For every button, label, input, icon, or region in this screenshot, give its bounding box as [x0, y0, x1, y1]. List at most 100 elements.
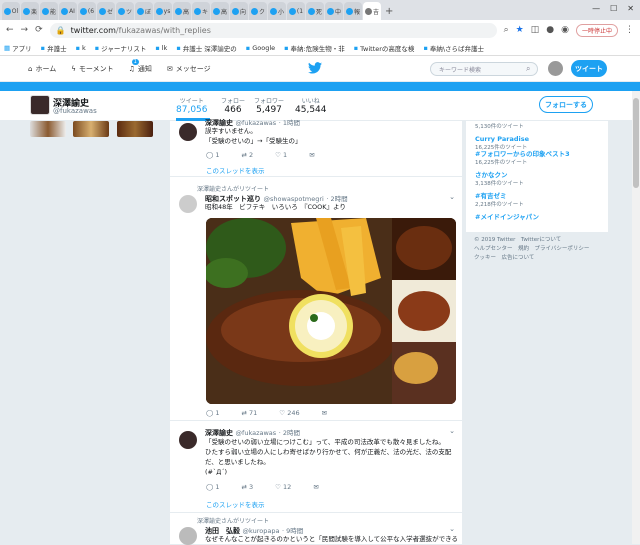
browser-tab[interactable]: ゼ [97, 2, 115, 20]
chevron-down-icon[interactable]: ⌄ [449, 193, 455, 201]
media-thumbnail[interactable] [117, 121, 153, 137]
scrollbar-thumb[interactable] [633, 98, 639, 188]
reply-button[interactable]: ◯ 1 [206, 151, 219, 159]
avatar[interactable] [548, 61, 563, 76]
nav-moments[interactable]: ϟ モーメント [71, 64, 113, 74]
profile-icon[interactable]: ● [546, 25, 554, 35]
browser-tab[interactable]: Ol [2, 2, 20, 20]
dm-button[interactable]: ✉ [309, 151, 314, 159]
maximize-icon[interactable]: ☐ [610, 4, 617, 16]
browser-tab[interactable]: (1 [287, 2, 305, 20]
like-button[interactable]: ♡ 246 [279, 409, 299, 417]
browser-tab[interactable]: 報 [344, 2, 362, 20]
follow-button[interactable]: フォローする [539, 96, 593, 113]
browser-tab[interactable]: 能 [40, 2, 58, 20]
bookmark-item[interactable]: ▪ k [76, 44, 86, 52]
tweet-photo[interactable] [206, 218, 456, 404]
tweet-item[interactable]: 深澤諭史 @fukazawas · 2時間 ⌄ 「受験のせいの弱い立場につけこむ… [170, 421, 462, 513]
bookmark-item[interactable]: ▪ 奉納:危険生物・非 [284, 43, 345, 53]
back-icon[interactable]: ← [6, 25, 14, 35]
reply-button[interactable]: ◯ 1 [206, 483, 219, 491]
tweet-item[interactable]: 深澤諭史 @fukazawas · 1時間 誤字すいません。 「受験のせいの」→「… [170, 119, 462, 177]
browser-tab[interactable]: ys [154, 2, 172, 20]
bookmark-item[interactable]: ▦ アプリ [4, 43, 32, 53]
sync-paused-button[interactable]: 一時停止中 [575, 23, 618, 37]
media-thumbnail[interactable] [73, 121, 109, 137]
extension-icon[interactable]: ◉ [561, 25, 569, 35]
star-icon[interactable]: ★ [516, 25, 524, 35]
bookmark-item[interactable]: ▪ 弁護士 深澤諭史の [176, 43, 236, 53]
profile-avatar[interactable] [30, 95, 50, 115]
browser-tab[interactable]: AI [59, 2, 77, 20]
browser-tab[interactable]: 死 [306, 2, 324, 20]
favicon-icon [3, 7, 11, 15]
retweet-button[interactable]: ⇄ 3 [241, 483, 253, 491]
browser-tab[interactable]: 吉 [363, 2, 381, 20]
chevron-down-icon[interactable]: ⌄ [449, 427, 455, 435]
bookmark-item[interactable]: ▪ Google [246, 44, 275, 52]
show-thread-link[interactable]: このスレッドを表示 [206, 499, 265, 509]
favicon-icon [61, 7, 69, 15]
reload-icon[interactable]: ⟳ [35, 25, 43, 35]
trend-item[interactable]: #フォロワーからの印象ベスト3 [475, 148, 570, 158]
browser-tab[interactable]: 高 [173, 2, 191, 20]
browser-tab[interactable]: 高 [211, 2, 229, 20]
tweet-button[interactable]: ツイート [571, 60, 607, 77]
tweet-avatar[interactable] [179, 195, 197, 213]
menu-icon[interactable]: ⋮ [625, 25, 634, 35]
browser-tab[interactable]: 向 [230, 2, 248, 20]
trend-item[interactable]: #有吉ゼミ 2,218件のツイート [475, 190, 524, 208]
nav-notifications[interactable]: 1 ♫ 通知 [129, 58, 152, 74]
media-thumbnail[interactable] [30, 121, 66, 137]
bookmark-item[interactable]: ▪ 弁護士 [41, 43, 67, 53]
browser-tab[interactable]: ぼ [135, 2, 153, 20]
browser-tab[interactable]: 楽 [21, 2, 39, 20]
bookmark-item[interactable]: ▪ Twitterの高度な検 [354, 43, 415, 53]
tweet-avatar[interactable] [179, 123, 197, 141]
show-thread-link[interactable]: このスレッドを表示 [206, 165, 265, 175]
forward-icon[interactable]: → [21, 25, 29, 35]
bookmark-item[interactable]: ▪ lk [155, 44, 167, 52]
nav-home[interactable]: ⌂ ホーム [28, 64, 56, 74]
extension-icon[interactable]: ◫ [531, 25, 540, 35]
trend-item[interactable]: さかなクン 3,138件のツイート [475, 169, 524, 187]
dm-button[interactable]: ✉ [322, 409, 327, 417]
new-tab-button[interactable]: + [385, 6, 393, 17]
trend-item[interactable]: 16,225件のツイート [475, 158, 527, 166]
close-icon[interactable]: ✕ [627, 4, 634, 16]
stat-likes[interactable]: いいね 45,544 [295, 96, 327, 115]
tweet-item[interactable]: 深澤諭史さんがリツイート 池田 弘毅 @kuropapa · 9時間 ⌄ なぜそ… [170, 513, 462, 545]
trend-item[interactable]: 5,130件のツイート [475, 122, 524, 130]
trend-item[interactable]: #メイドインジャパン [475, 211, 539, 221]
like-button[interactable]: ♡ 12 [275, 483, 291, 491]
stat-following[interactable]: フォロー 466 [221, 96, 245, 115]
browser-tab[interactable]: ク [249, 2, 267, 20]
search-engine-icon[interactable]: ⌕ [504, 25, 509, 35]
retweet-button[interactable]: ⇄ 2 [241, 151, 253, 159]
like-button[interactable]: ♡ 1 [275, 151, 287, 159]
browser-tab[interactable]: 小 [268, 2, 286, 20]
chevron-down-icon[interactable]: ⌄ [449, 525, 455, 533]
tweet-avatar[interactable] [179, 431, 197, 449]
stat-followers[interactable]: フォロワー 5,497 [254, 96, 284, 115]
tweet-avatar[interactable] [179, 527, 197, 545]
favicon-icon [174, 7, 182, 15]
search-icon[interactable]: ⌕ [526, 64, 530, 74]
dm-button[interactable]: ✉ [313, 483, 318, 491]
browser-tab[interactable]: (6 [78, 2, 96, 20]
nav-messages[interactable]: ✉ メッセージ [167, 64, 211, 74]
retweet-button[interactable]: ⇄ 71 [241, 409, 257, 417]
bookmark-item[interactable]: ▪ ジャーナリスト [95, 43, 147, 53]
bookmark-item[interactable]: ▪ 奉納\さらば弁護士 [423, 43, 484, 53]
retweet-label: 深澤諭史さんがリツイート [197, 518, 270, 525]
tweet-author[interactable]: 深澤諭史 [205, 429, 233, 437]
stat-tweets[interactable]: ツイート 87,056 [176, 96, 208, 115]
browser-tab[interactable]: 中 [325, 2, 343, 20]
browser-tab[interactable]: キ [192, 2, 210, 20]
url-field[interactable]: 🔒 twitter.com/fukazawas/with_replies [49, 22, 497, 38]
reply-button[interactable]: ◯ 1 [206, 409, 219, 417]
twitter-logo-icon[interactable] [308, 62, 322, 74]
minimize-icon[interactable]: — [592, 4, 600, 16]
browser-tab[interactable]: ツ [116, 2, 134, 20]
search-input[interactable]: キーワード検索 [430, 62, 538, 76]
